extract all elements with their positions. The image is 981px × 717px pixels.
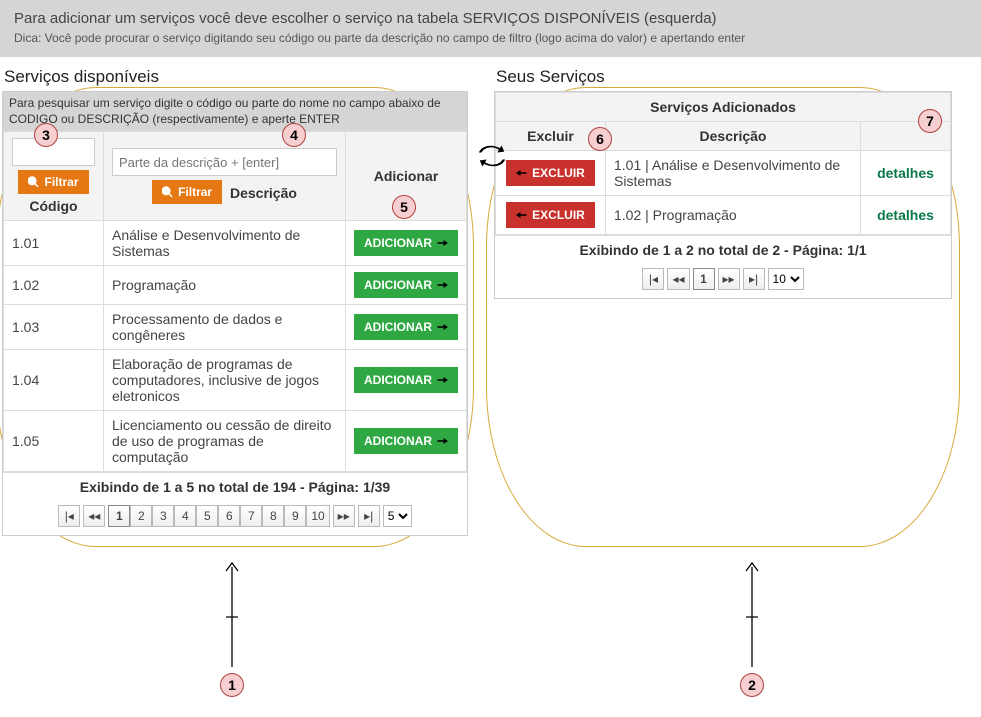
pager-next-button[interactable]: ▸▸: [718, 268, 740, 290]
cell-action: ADICIONAR: [346, 350, 467, 411]
header-descricao: Descrição: [230, 185, 297, 201]
connector-lines: [0, 537, 981, 717]
available-pagination-status: Exibindo de 1 a 5 no total de 194 - Pági…: [3, 472, 467, 501]
pager-size-select[interactable]: 10: [768, 268, 804, 290]
pager-prev-button[interactable]: ◂◂: [667, 268, 689, 290]
pager-page-button[interactable]: 8: [262, 505, 284, 527]
pager-prev-button[interactable]: ◂◂: [83, 505, 105, 527]
table-row: 1.03Processamento de dados e congêneres A…: [4, 305, 467, 350]
cell-codigo: 1.03: [4, 305, 104, 350]
filter-button-codigo[interactable]: Filtrar: [18, 170, 88, 194]
cell-descricao: Elaboração de programas de computadores,…: [104, 350, 346, 411]
cell-action: ADICIONAR: [346, 305, 467, 350]
arrow-right-icon: [436, 321, 448, 333]
cell-codigo: 1.02: [4, 266, 104, 305]
available-pager: |◂ ◂◂ 12345678910 ▸▸ ▸| 5: [3, 501, 467, 535]
arrow-right-icon: [436, 237, 448, 249]
callout-1: 1: [220, 673, 244, 697]
callout-7: 7: [918, 109, 942, 133]
filter-cell-codigo: Filtrar Código: [4, 132, 104, 221]
delete-button[interactable]: EXCLUIR: [506, 160, 595, 186]
cell-descricao: Processamento de dados e congêneres: [104, 305, 346, 350]
your-services-panel: Seus Serviços Serviços Adicionados Exclu…: [494, 65, 952, 299]
sync-icon: [478, 145, 506, 170]
arrow-left-icon: [516, 167, 528, 179]
cell-action: ADICIONAR: [346, 411, 467, 472]
cell-details: detalhes: [861, 196, 951, 235]
pager-first-button[interactable]: |◂: [58, 505, 80, 527]
available-services-panel: Serviços disponíveis Para pesquisar um s…: [2, 65, 468, 536]
pager-first-button[interactable]: |◂: [642, 268, 664, 290]
pager-page-button[interactable]: 1: [108, 505, 130, 527]
search-icon: [28, 176, 40, 188]
pager-page-button[interactable]: 1: [693, 268, 715, 290]
table-row: 1.04Elaboração de programas de computado…: [4, 350, 467, 411]
cell-details: detalhes: [861, 151, 951, 196]
details-link[interactable]: detalhes: [877, 165, 934, 181]
callout-3: 3: [34, 123, 58, 147]
your-services-title: Seus Serviços: [496, 67, 952, 87]
pager-page-button[interactable]: 2: [130, 505, 152, 527]
pager-page-button[interactable]: 3: [152, 505, 174, 527]
pager-last-button[interactable]: ▸|: [358, 505, 380, 527]
add-button[interactable]: ADICIONAR: [354, 314, 458, 340]
cell-delete: EXCLUIR: [496, 151, 606, 196]
cell-codigo: 1.01: [4, 221, 104, 266]
table-row: EXCLUIR 1.02 | Programação detalhes: [496, 196, 951, 235]
cell-codigo: 1.04: [4, 350, 104, 411]
arrow-right-icon: [436, 374, 448, 386]
cell-delete: EXCLUIR: [496, 196, 606, 235]
banner-hint: Dica: Você pode procurar o serviço digit…: [14, 31, 967, 45]
header-codigo: Código: [12, 198, 95, 214]
add-button[interactable]: ADICIONAR: [354, 428, 458, 454]
filter-cell-descricao: Filtrar Descrição: [104, 132, 346, 221]
cell-action: ADICIONAR: [346, 266, 467, 305]
pager-last-button[interactable]: ▸|: [743, 268, 765, 290]
search-hint-text: Para pesquisar um serviço digite o códig…: [3, 92, 467, 131]
cell-codigo: 1.05: [4, 411, 104, 472]
your-pagination-status: Exibindo de 1 a 2 no total de 2 - Página…: [495, 235, 951, 264]
table-row: 1.01Análise e Desenvolvimento de Sistema…: [4, 221, 467, 266]
instruction-banner: Para adicionar um serviços você deve esc…: [0, 0, 981, 57]
details-link[interactable]: detalhes: [877, 207, 934, 223]
delete-button[interactable]: EXCLUIR: [506, 202, 595, 228]
filter-button-descricao[interactable]: Filtrar: [152, 180, 222, 204]
add-button[interactable]: ADICIONAR: [354, 230, 458, 256]
arrow-left-icon: [516, 209, 528, 221]
available-services-table: Filtrar Código Filtrar Descrição: [3, 131, 467, 472]
arrow-right-icon: [436, 279, 448, 291]
available-services-title: Serviços disponíveis: [4, 67, 468, 87]
pager-next-button[interactable]: ▸▸: [333, 505, 355, 527]
pager-page-button[interactable]: 5: [196, 505, 218, 527]
callout-4: 4: [282, 123, 306, 147]
pager-page-button[interactable]: 10: [306, 505, 329, 527]
pager-page-button[interactable]: 7: [240, 505, 262, 527]
add-button[interactable]: ADICIONAR: [354, 367, 458, 393]
pager-page-button[interactable]: 9: [284, 505, 306, 527]
your-pager: |◂ ◂◂ 1 ▸▸ ▸| 10: [495, 264, 951, 298]
cell-descricao: 1.02 | Programação: [606, 196, 861, 235]
pager-page-button[interactable]: 4: [174, 505, 196, 527]
pager-page-button[interactable]: 6: [218, 505, 240, 527]
filter-input-descricao[interactable]: [112, 148, 337, 176]
your-services-table: Serviços Adicionados Excluir Descrição E…: [495, 92, 951, 235]
search-icon: [162, 186, 174, 198]
callout-2: 2: [740, 673, 764, 697]
table-row: 1.02Programação ADICIONAR: [4, 266, 467, 305]
header-descricao-right: Descrição: [606, 122, 861, 151]
cell-descricao: Análise e Desenvolvimento de Sistemas: [104, 221, 346, 266]
added-services-title: Serviços Adicionados: [496, 93, 951, 122]
add-button[interactable]: ADICIONAR: [354, 272, 458, 298]
callout-5: 5: [392, 195, 416, 219]
pager-size-select[interactable]: 5: [383, 505, 412, 527]
cell-action: ADICIONAR: [346, 221, 467, 266]
cell-descricao: 1.01 | Análise e Desenvolvimento de Sist…: [606, 151, 861, 196]
callout-6: 6: [588, 127, 612, 151]
banner-title: Para adicionar um serviços você deve esc…: [14, 10, 967, 27]
cell-descricao: Licenciamento ou cessão de direito de us…: [104, 411, 346, 472]
arrow-right-icon: [436, 435, 448, 447]
table-row: EXCLUIR 1.01 | Análise e Desenvolvimento …: [496, 151, 951, 196]
table-row: 1.05Licenciamento ou cessão de direito d…: [4, 411, 467, 472]
cell-descricao: Programação: [104, 266, 346, 305]
